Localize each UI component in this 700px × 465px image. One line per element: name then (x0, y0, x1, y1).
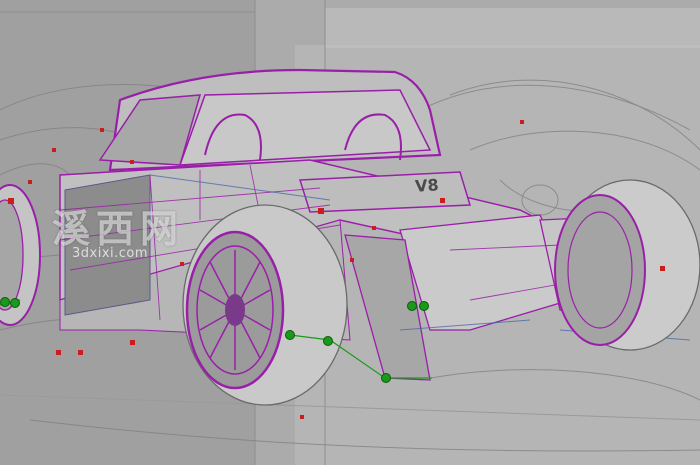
right-wheel[interactable] (554, 179, 700, 351)
modeling-viewport[interactable]: V8 溪西网 3dxixi.com (0, 0, 700, 465)
wireframe-scene[interactable] (0, 0, 700, 465)
rear-wheel[interactable] (182, 204, 348, 406)
